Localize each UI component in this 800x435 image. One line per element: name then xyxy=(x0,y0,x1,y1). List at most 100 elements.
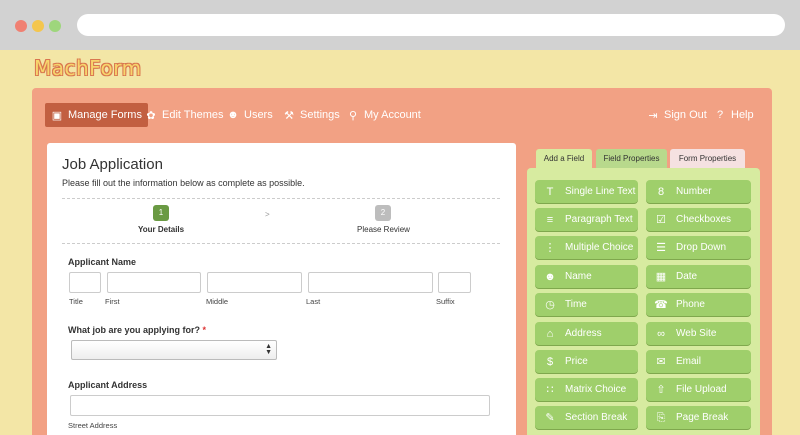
grid-icon: ∷ xyxy=(546,383,554,396)
tab-form-properties[interactable]: Form Properties xyxy=(670,149,745,168)
street-address-input[interactable] xyxy=(70,395,490,416)
house-icon: ⌂ xyxy=(546,327,554,340)
palette-icon: ✿ xyxy=(146,109,156,122)
sublabel-suffix: Suffix xyxy=(436,297,455,306)
tab-field-properties[interactable]: Field Properties xyxy=(596,149,667,168)
upload-icon: ⇧ xyxy=(656,383,666,396)
field-label: Address xyxy=(565,328,602,339)
phone-icon: ☎ xyxy=(654,298,668,311)
form-preview-panel: Job Application Please fill out the info… xyxy=(47,143,516,435)
name-title-input[interactable] xyxy=(69,272,101,293)
pagebreak-icon: ⎘ xyxy=(656,411,666,424)
sublabel-middle: Middle xyxy=(206,297,229,306)
field-date[interactable]: ▦ Date xyxy=(646,265,751,288)
field-label: Paragraph Text xyxy=(565,214,633,225)
field-label: Multiple Choice xyxy=(565,242,634,253)
sublabel-title: Title xyxy=(69,297,83,306)
link-icon: ∞ xyxy=(657,327,665,340)
field-number[interactable]: 8 Number xyxy=(646,180,751,203)
app-logo: MachForm xyxy=(34,56,142,80)
job-select[interactable]: ▲ ▼ xyxy=(71,340,277,360)
field-paragraph-text[interactable]: ≡ Paragraph Text xyxy=(535,208,638,231)
name-first-input[interactable] xyxy=(107,272,201,293)
field-label: Name xyxy=(565,271,592,282)
field-single-line-text[interactable]: T Single Line Text xyxy=(535,180,638,203)
field-price[interactable]: $ Price xyxy=(535,350,638,373)
person-icon: ☻ xyxy=(544,270,556,283)
field-multiple-choice[interactable]: ⋮ Multiple Choice xyxy=(535,236,638,259)
add-field-panel: T Single Line Text 8 Number ≡ Paragraph Tex… xyxy=(527,168,760,435)
form-title[interactable]: Job Application xyxy=(62,156,163,173)
nav-label: Edit Themes xyxy=(162,109,224,121)
maximize-window-dot[interactable] xyxy=(49,20,61,32)
nav-help[interactable]: ? Help xyxy=(708,103,760,127)
nav-label: Settings xyxy=(300,109,340,121)
field-section-break[interactable]: ✎ Section Break xyxy=(535,406,638,429)
address-bar[interactable] xyxy=(77,14,785,36)
step-1-badge: 1 xyxy=(153,205,169,221)
sublabel-last: Last xyxy=(306,297,321,306)
applicant-address-label: Applicant Address xyxy=(68,380,148,390)
nav-my-account[interactable]: ⚲ My Account xyxy=(341,103,427,127)
nav-edit-themes[interactable]: ✿ Edit Themes xyxy=(139,103,230,127)
field-web-site[interactable]: ∞ Web Site xyxy=(646,322,751,345)
field-file-upload[interactable]: ⇧ File Upload xyxy=(646,378,751,401)
close-window-dot[interactable] xyxy=(15,20,27,32)
tab-add-field[interactable]: Add a Field xyxy=(536,149,592,168)
nav-settings[interactable]: ⚒ Settings xyxy=(277,103,346,127)
field-label: Single Line Text xyxy=(565,186,636,197)
name-middle-input[interactable] xyxy=(207,272,302,293)
signout-icon: ⇥ xyxy=(648,109,658,122)
nav-label: Help xyxy=(731,109,754,121)
form-description[interactable]: Please fill out the information below as… xyxy=(62,178,305,188)
field-page-break[interactable]: ⎘ Page Break xyxy=(646,406,751,429)
envelope-icon: ✉ xyxy=(656,355,666,368)
nav-label: Manage Forms xyxy=(68,109,142,121)
pencil-icon: ✎ xyxy=(545,411,555,424)
field-label: Phone xyxy=(676,299,705,310)
name-last-input[interactable] xyxy=(308,272,433,293)
step-separator: > xyxy=(265,210,270,219)
field-phone[interactable]: ☎ Phone xyxy=(646,293,751,316)
applicant-name-label: Applicant Name xyxy=(68,257,137,267)
field-label: Number xyxy=(676,186,712,197)
nav-label: Users xyxy=(244,109,273,121)
select-arrows-icon: ▲ ▼ xyxy=(265,343,272,356)
list-icon: ⋮ xyxy=(544,241,556,254)
field-checkboxes[interactable]: ☑ Checkboxes xyxy=(646,208,751,231)
user-icon: ☻ xyxy=(227,109,239,121)
name-suffix-input[interactable] xyxy=(438,272,471,293)
field-label: File Upload xyxy=(676,384,727,395)
clock-icon: ◷ xyxy=(545,298,555,311)
field-label: Date xyxy=(676,271,698,282)
paragraph-icon: ≡ xyxy=(546,213,554,226)
nav-users[interactable]: ☻ Users xyxy=(221,103,279,127)
field-matrix-choice[interactable]: ∷ Matrix Choice xyxy=(535,378,638,401)
field-time[interactable]: ◷ Time xyxy=(535,293,638,316)
document-icon: ▣ xyxy=(51,109,63,122)
minimize-window-dot[interactable] xyxy=(32,20,44,32)
job-question-label: What job are you applying for? * xyxy=(68,325,206,335)
field-email[interactable]: ✉ Email xyxy=(646,350,751,373)
field-drop-down[interactable]: ☰ Drop Down xyxy=(646,236,751,259)
field-label: Email xyxy=(676,356,702,367)
field-label: Drop Down xyxy=(676,242,727,253)
nav-sign-out[interactable]: ⇥ Sign Out xyxy=(641,103,713,127)
field-label: Time xyxy=(565,299,587,310)
sublabel-street-address: Street Address xyxy=(68,421,118,430)
help-icon: ? xyxy=(716,109,724,121)
field-label: Matrix Choice xyxy=(565,384,627,395)
top-nav: ▣ Manage Forms ✿ Edit Themes ☻ Users ⚒ S… xyxy=(32,88,772,142)
divider xyxy=(62,198,500,199)
field-name[interactable]: ☻ Name xyxy=(535,265,638,288)
field-label: Section Break xyxy=(565,412,628,423)
key-icon: ⚲ xyxy=(348,109,358,122)
field-address[interactable]: ⌂ Address xyxy=(535,322,638,345)
nav-manage-forms[interactable]: ▣ Manage Forms xyxy=(45,103,148,127)
nav-label: Sign Out xyxy=(664,109,707,121)
wrench-icon: ⚒ xyxy=(284,109,294,122)
field-label: Page Break xyxy=(676,412,729,423)
browser-chrome xyxy=(0,0,800,50)
checkbox-icon: ☑ xyxy=(656,213,666,226)
dropdown-icon: ☰ xyxy=(656,241,666,254)
